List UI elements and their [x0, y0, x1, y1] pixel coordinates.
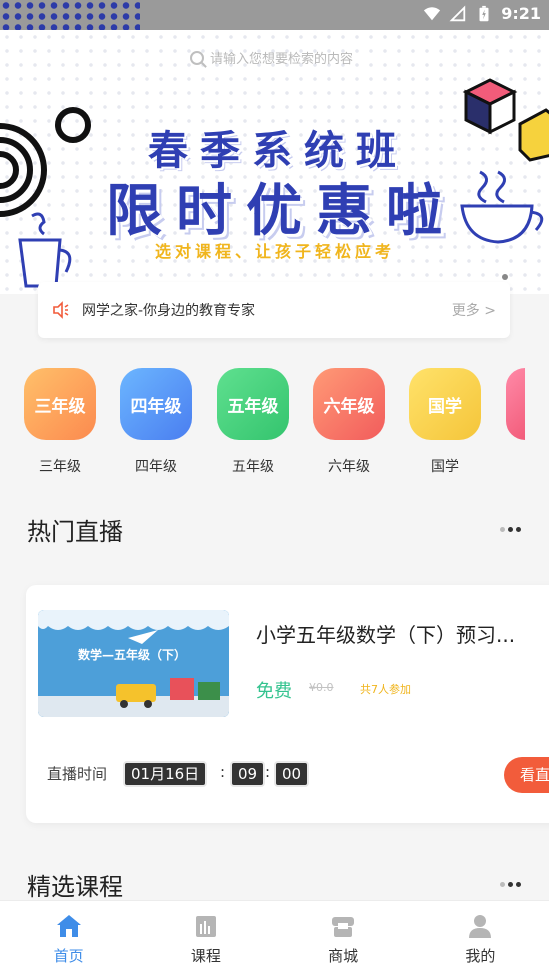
grade-badge: 三年级 [24, 368, 96, 440]
live-hour: 09 [232, 763, 264, 785]
grade-label: 五年级 [232, 459, 274, 475]
notice-bar[interactable]: 网学之家-你身边的教育专家 更多 > [38, 282, 510, 338]
status-icons: 9:21 [423, 4, 541, 23]
grade-item-guoxue[interactable]: 国学 国学 [409, 368, 481, 476]
cube-icon [462, 78, 518, 135]
grade-badge: 六年级 [313, 368, 385, 440]
thumbnail-title: 数学—五年级（下） [78, 648, 187, 662]
no-signal-icon [449, 5, 466, 21]
grade-badge: 五年级 [217, 368, 289, 440]
tab-courses[interactable]: 课程 [137, 901, 274, 976]
hot-live-title: 热门直播 [27, 518, 123, 546]
carousel-indicator[interactable] [502, 274, 508, 280]
course-title[interactable]: 小学五年级数学（下）预习... [256, 619, 515, 648]
live-time-label: 直播时间 [47, 765, 108, 783]
battery-icon [479, 5, 489, 21]
tab-label: 商城 [328, 947, 359, 965]
tab-profile[interactable]: 我的 [412, 901, 549, 976]
status-time: 9:21 [501, 4, 541, 23]
store-icon [332, 917, 355, 937]
banner-title-line2: 限时优惠啦 [106, 179, 456, 244]
grade-item-3[interactable]: 三年级 三年级 [24, 368, 96, 476]
grade-label: 三年级 [39, 459, 81, 475]
grade-category-list: 三年级 三年级 四年级 四年级 五年级 五年级 六年级 六年级 国学 国学 [0, 368, 549, 488]
time-separator: : [265, 763, 271, 781]
grade-item-5[interactable]: 五年级 五年级 [217, 368, 289, 476]
live-minute: 00 [276, 763, 308, 785]
grade-badge: 国学 [409, 368, 481, 440]
notice-more-link[interactable]: 更多 > [452, 300, 496, 320]
watch-live-button[interactable]: 看直 [504, 757, 549, 793]
tab-label: 我的 [465, 947, 496, 965]
live-date: 01月16日 [125, 763, 206, 785]
enrolled-count: 共7人参加 [360, 683, 411, 696]
course-thumbnail: 数学—五年级（下） [38, 610, 229, 717]
grade-item-4[interactable]: 四年级 四年级 [120, 368, 192, 476]
course-price: 免费 [256, 681, 292, 702]
thumbnail-illustration [38, 610, 229, 717]
promo-banner[interactable]: 请输入您想要检索的内容 春季系统班 限时优惠啦 选对课程、让孩子轻松应考 [0, 30, 549, 294]
hot-live-more-icon[interactable] [500, 527, 521, 532]
tab-store[interactable]: 商城 [275, 901, 412, 976]
grade-label: 六年级 [328, 459, 370, 475]
course-original-price: ¥0.0 [309, 681, 334, 694]
yellow-cube-icon [518, 108, 549, 162]
tab-label: 课程 [190, 947, 221, 965]
time-separator: : [220, 763, 226, 781]
cup-icon [18, 212, 72, 288]
live-course-card[interactable]: 数学—五年级（下） 小学五年级数学（下）预习... 免费 ¥0.0 共7人参加 … [26, 585, 549, 823]
wifi-icon [424, 6, 441, 20]
search-bar[interactable]: 请输入您想要检索的内容 [190, 48, 353, 67]
speaker-icon [53, 301, 69, 319]
coffee-cup-icon [460, 170, 544, 244]
app-screen: 9:21 请输入您想要检索的内容 春季系统班 限时优惠啦 选对课程、让孩子轻松应… [0, 0, 549, 976]
ring-icon [55, 107, 91, 143]
grade-label: 四年级 [135, 459, 177, 475]
grade-item-partial[interactable] [506, 368, 525, 440]
notice-text: 网学之家-你身边的教育专家 [82, 303, 256, 319]
user-icon [469, 915, 492, 938]
grade-badge: 四年级 [120, 368, 192, 440]
grade-label: 国学 [431, 459, 459, 475]
bottom-tab-bar: 首页 课程 商城 我的 [0, 900, 549, 976]
featured-title: 精选课程 [27, 873, 123, 901]
tab-label: 首页 [53, 947, 84, 965]
banner-subtitle: 选对课程、让孩子轻松应考 [155, 242, 396, 261]
featured-more-icon[interactable] [500, 882, 521, 887]
course-icon [195, 916, 216, 937]
home-icon [56, 915, 81, 937]
search-placeholder: 请输入您想要检索的内容 [210, 52, 354, 67]
tab-home[interactable]: 首页 [0, 901, 137, 976]
grade-item-6[interactable]: 六年级 六年级 [313, 368, 385, 476]
search-icon [190, 50, 204, 65]
